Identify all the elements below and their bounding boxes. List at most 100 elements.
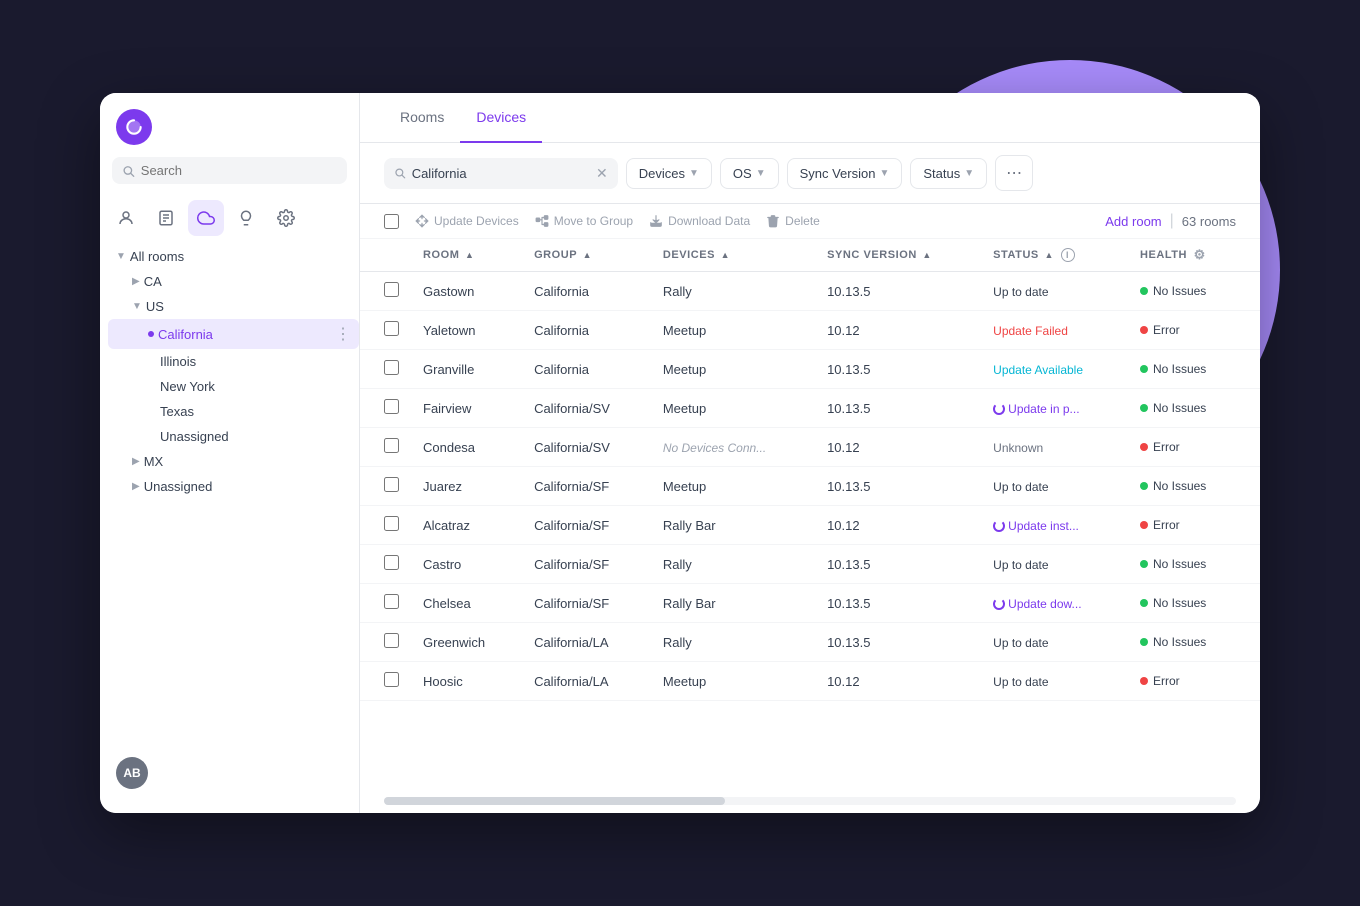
health-dot	[1140, 326, 1148, 334]
cell-health: No Issues	[1128, 623, 1260, 662]
table-row: Fairview California/SV Meetup 10.13.5 Up…	[360, 389, 1260, 428]
cell-sync-version: 10.13.5	[815, 350, 981, 389]
filter-devices[interactable]: Devices ▼	[626, 158, 712, 189]
col-room[interactable]: ROOM ▲	[411, 239, 522, 272]
row-checkbox[interactable]	[384, 594, 399, 609]
cell-group: California	[522, 311, 651, 350]
user-avatar[interactable]: AB	[116, 757, 148, 789]
cell-devices: Meetup	[651, 311, 815, 350]
cell-room: Hoosic	[411, 662, 522, 701]
col-status[interactable]: STATUS ▲ i	[981, 239, 1128, 272]
row-checkbox[interactable]	[384, 399, 399, 414]
more-options-button[interactable]: ⋯	[995, 155, 1033, 191]
cell-sync-version: 10.13.5	[815, 584, 981, 623]
col-group[interactable]: GROUP ▲	[522, 239, 651, 272]
select-all-checkbox[interactable]	[384, 214, 399, 229]
cell-sync-version: 10.12	[815, 506, 981, 545]
search-input[interactable]	[412, 166, 590, 181]
cell-health: Error	[1128, 506, 1260, 545]
health-dot	[1140, 482, 1148, 490]
table-row: Castro California/SF Rally 10.13.5 Up to…	[360, 545, 1260, 584]
filter-status[interactable]: Status ▼	[910, 158, 987, 189]
table-row: Condesa California/SV No Devices Conn...…	[360, 428, 1260, 467]
nav-unassigned-root[interactable]: ▶ Unassigned	[108, 474, 359, 499]
horizontal-scrollbar[interactable]	[384, 797, 1236, 805]
cell-sync-version: 10.13.5	[815, 389, 981, 428]
search-clear-icon[interactable]: ✕	[596, 165, 608, 182]
cell-group: California/SF	[522, 584, 651, 623]
action-bar: Update Devices Move to Group Download Da…	[360, 204, 1260, 239]
download-data-button[interactable]: Download Data	[649, 214, 750, 228]
devices-table: ROOM ▲ GROUP ▲ DEVICES ▲ SYNC VERSION ▲ …	[360, 239, 1260, 701]
sidebar-icon-users[interactable]	[108, 200, 144, 236]
nav-california[interactable]: California ⋮	[108, 319, 359, 349]
chevron-down-icon: ▼	[689, 168, 699, 179]
row-checkbox[interactable]	[384, 360, 399, 375]
delete-button[interactable]: Delete	[766, 214, 820, 228]
cell-sync-version: 10.12	[815, 311, 981, 350]
nav-new-york[interactable]: New York	[108, 374, 359, 399]
nav-ca[interactable]: ▶ CA	[108, 269, 359, 294]
update-devices-button[interactable]: Update Devices	[415, 214, 519, 228]
filter-sync-version[interactable]: Sync Version ▼	[787, 158, 903, 189]
app-logo	[116, 109, 152, 145]
cell-health: No Issues	[1128, 272, 1260, 311]
col-health[interactable]: HEALTH ⚙	[1128, 239, 1260, 272]
sidebar-icon-book[interactable]	[148, 200, 184, 236]
row-checkbox[interactable]	[384, 282, 399, 297]
main-content: Rooms Devices ✕ Devices ▼ OS ▼ Sync Vers…	[360, 93, 1260, 813]
col-devices[interactable]: DEVICES ▲	[651, 239, 815, 272]
col-sync-version[interactable]: SYNC VERSION ▲	[815, 239, 981, 272]
scrollbar-thumb[interactable]	[384, 797, 725, 805]
cell-room: Granville	[411, 350, 522, 389]
cell-health: No Issues	[1128, 467, 1260, 506]
cell-group: California/SV	[522, 389, 651, 428]
nav-mx[interactable]: ▶ MX	[108, 449, 359, 474]
row-checkbox[interactable]	[384, 516, 399, 531]
row-checkbox[interactable]	[384, 633, 399, 648]
cell-group: California/SF	[522, 467, 651, 506]
filter-os[interactable]: OS ▼	[720, 158, 779, 189]
table-row: Gastown California Rally 10.13.5 Up to d…	[360, 272, 1260, 311]
nav-all-rooms[interactable]: ▼ All rooms	[108, 244, 359, 269]
sidebar-icon-gear[interactable]	[268, 200, 304, 236]
move-to-group-button[interactable]: Move to Group	[535, 214, 633, 228]
sidebar-icon-cloud[interactable]	[188, 200, 224, 236]
cell-health: No Issues	[1128, 350, 1260, 389]
row-checkbox[interactable]	[384, 321, 399, 336]
health-dot	[1140, 638, 1148, 646]
tab-rooms[interactable]: Rooms	[384, 93, 460, 143]
nav-texas[interactable]: Texas	[108, 399, 359, 424]
cell-devices: Rally	[651, 623, 815, 662]
nav-illinois[interactable]: Illinois	[108, 349, 359, 374]
health-dot	[1140, 599, 1148, 607]
health-dot	[1140, 365, 1148, 373]
row-checkbox[interactable]	[384, 555, 399, 570]
sidebar-search-input[interactable]	[141, 163, 337, 178]
row-checkbox[interactable]	[384, 438, 399, 453]
chevron-down-icon: ▼	[756, 168, 766, 179]
health-gear-icon[interactable]: ⚙	[1194, 247, 1206, 262]
col-checkbox	[360, 239, 411, 272]
more-options-icon[interactable]: ⋮	[335, 324, 351, 344]
sidebar-icon-lightbulb[interactable]	[228, 200, 264, 236]
cell-health: Error	[1128, 662, 1260, 701]
cell-sync-version: 10.13.5	[815, 623, 981, 662]
table-container: ROOM ▲ GROUP ▲ DEVICES ▲ SYNC VERSION ▲ …	[360, 239, 1260, 789]
nav-unassigned-us[interactable]: Unassigned	[108, 424, 359, 449]
cell-room: Greenwich	[411, 623, 522, 662]
cell-health: No Issues	[1128, 545, 1260, 584]
tab-devices[interactable]: Devices	[460, 93, 542, 143]
chevron-down-icon: ▼	[964, 168, 974, 179]
cell-health: Error	[1128, 428, 1260, 467]
nav-us[interactable]: ▼ US	[108, 294, 359, 319]
sidebar-search[interactable]	[112, 157, 347, 184]
cell-devices: No Devices Conn...	[651, 428, 815, 467]
search-box[interactable]: ✕	[384, 158, 618, 189]
row-checkbox[interactable]	[384, 672, 399, 687]
cell-devices: Rally Bar	[651, 506, 815, 545]
cell-group: California/SF	[522, 545, 651, 584]
row-checkbox[interactable]	[384, 477, 399, 492]
cell-devices: Meetup	[651, 662, 815, 701]
add-room-button[interactable]: Add room	[1105, 214, 1161, 229]
